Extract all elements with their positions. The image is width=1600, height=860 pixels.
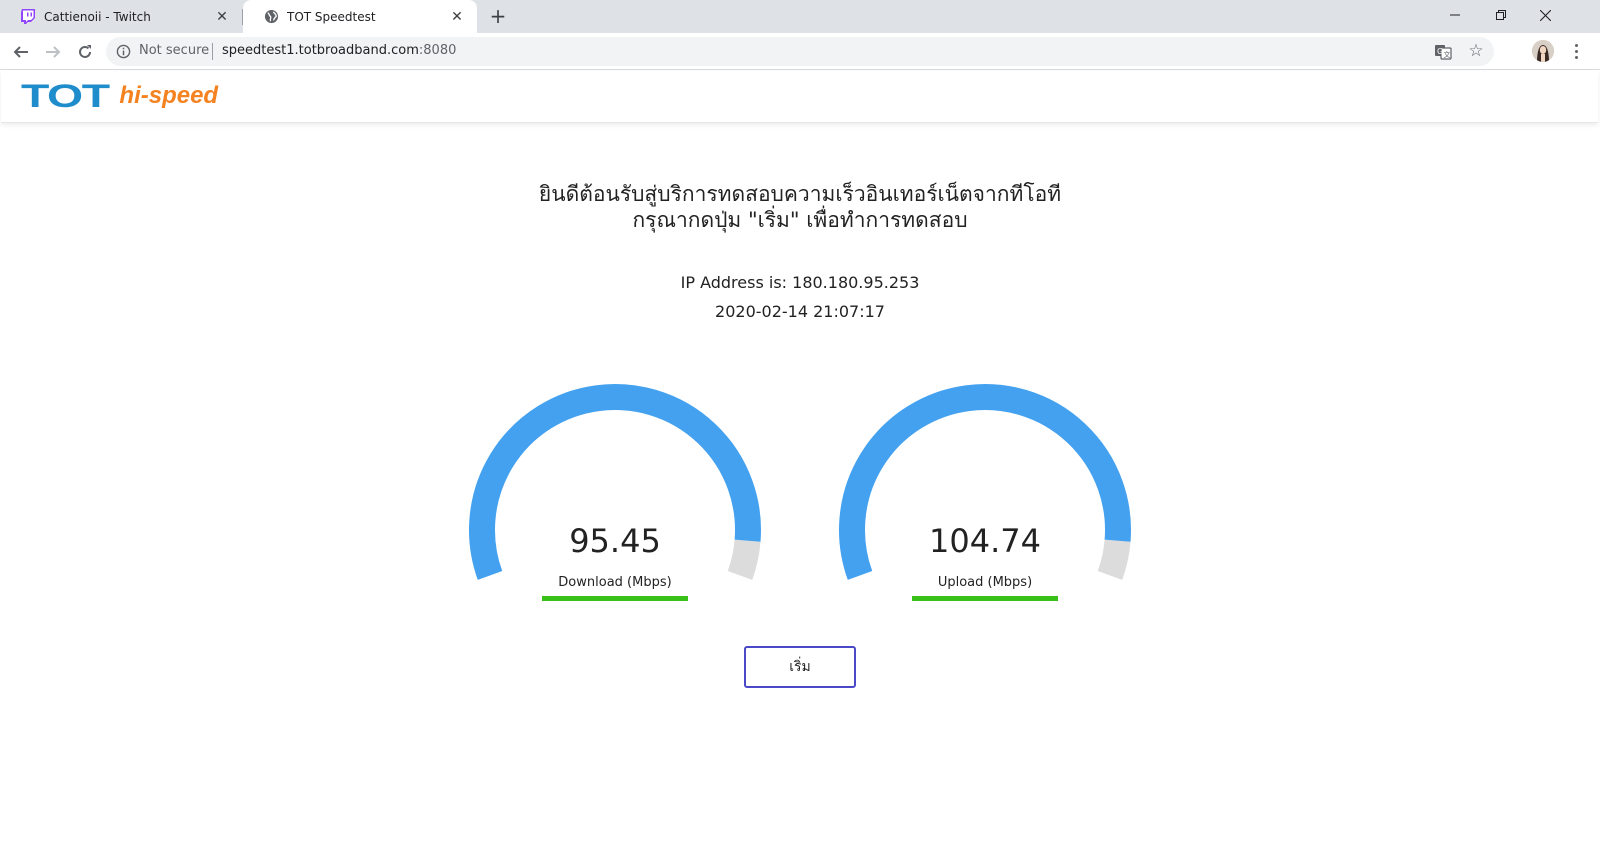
logo-tot-text: TOT [21, 78, 110, 114]
close-icon[interactable]: ✕ [449, 9, 465, 25]
start-test-button[interactable]: เริ่ม [744, 646, 856, 688]
restore-icon[interactable] [1478, 0, 1523, 30]
translate-icon[interactable]: G文 [1434, 43, 1452, 61]
svg-text:文: 文 [1444, 50, 1451, 59]
logo-hispeed-text: hi-speed [119, 82, 219, 109]
new-tab-button[interactable]: + [486, 5, 510, 29]
close-icon[interactable]: ✕ [214, 9, 230, 25]
browser-toolbar: Not secure speedtest1.totbroadband.com:8… [0, 33, 1600, 70]
ip-address-text: IP Address is: 180.180.95.253 [680, 273, 920, 292]
url-text[interactable]: speedtest1.totbroadband.com:8080 [222, 43, 456, 58]
welcome-message: ยินดีต้อนรับสู่บริการทดสอบความเร็วอินเทอ… [0, 181, 1600, 233]
address-bar[interactable]: Not secure speedtest1.totbroadband.com:8… [106, 37, 1494, 66]
bookmark-star-icon[interactable]: ☆ [1466, 41, 1486, 61]
upload-progress-bar [912, 596, 1058, 601]
download-gauge: 95.45 Download (Mbps) [465, 380, 765, 610]
globe-icon [263, 9, 279, 25]
profile-avatar[interactable] [1532, 40, 1554, 62]
download-speed-value: 95.45 [569, 522, 661, 560]
tot-hispeed-logo[interactable]: TOT hi-speed [21, 78, 219, 114]
download-speed-label: Download (Mbps) [558, 575, 672, 590]
minimize-icon[interactable] [1432, 0, 1477, 30]
welcome-line-2: กรุณากดปุ่ม "เริ่ม" เพื่อทำการทดสอบ [632, 208, 968, 232]
tab-twitch[interactable]: Cattienoii - Twitch ✕ [0, 0, 242, 33]
datetime-text: 2020-02-14 21:07:17 [715, 302, 885, 321]
window-close-icon[interactable] [1523, 0, 1568, 30]
tab-title: Cattienoii - Twitch [44, 9, 151, 24]
upload-speed-value: 104.74 [929, 522, 1041, 560]
security-status[interactable]: Not secure [139, 43, 209, 58]
upload-gauge: 104.74 Upload (Mbps) [835, 380, 1135, 610]
back-arrow-icon[interactable] [8, 39, 34, 65]
browser-tab-strip: Cattienoii - Twitch ✕ TOT Speedtest ✕ + [0, 0, 1600, 33]
forward-arrow-icon[interactable] [40, 39, 66, 65]
svg-text:G: G [1437, 47, 1443, 56]
reload-icon[interactable] [72, 39, 98, 65]
omnibox-divider [212, 43, 213, 60]
more-menu-icon[interactable] [1568, 40, 1584, 62]
info-icon[interactable] [116, 44, 131, 59]
download-progress-bar [542, 596, 688, 601]
url-host: speedtest1.totbroadband.com [222, 43, 419, 58]
upload-speed-label: Upload (Mbps) [937, 575, 1033, 590]
tab-tot-speedtest[interactable]: TOT Speedtest ✕ [243, 0, 477, 33]
welcome-line-1: ยินดีต้อนรับสู่บริการทดสอบความเร็วอินเทอ… [538, 182, 1062, 206]
url-port: :8080 [418, 43, 457, 58]
twitch-icon [20, 9, 36, 25]
site-header: TOT hi-speed [1, 71, 1598, 123]
tab-title: TOT Speedtest [287, 9, 376, 24]
